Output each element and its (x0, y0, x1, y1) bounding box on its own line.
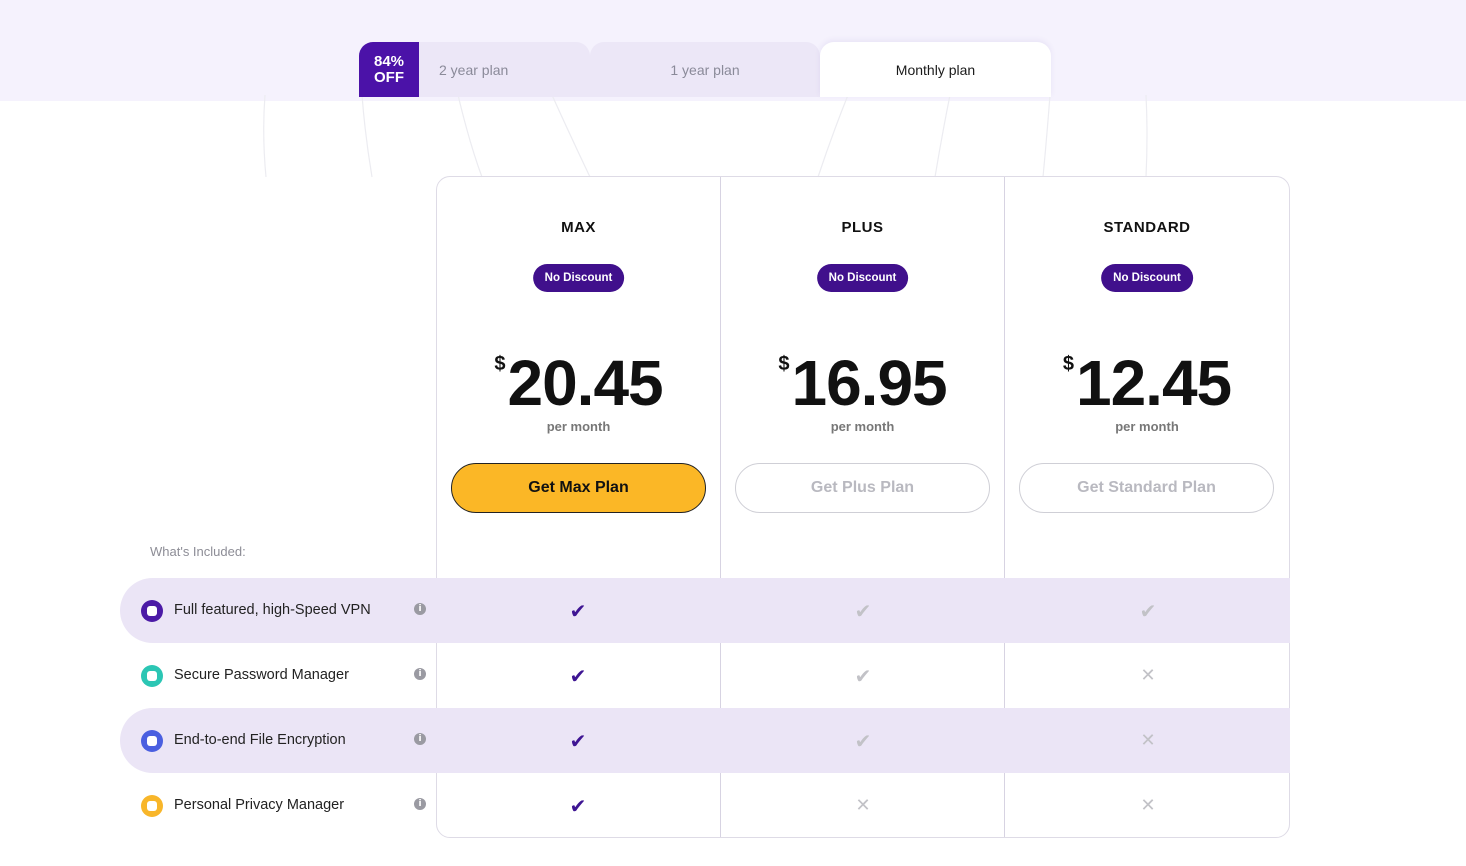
get-max-plan-button[interactable]: Get Max Plan (451, 463, 706, 513)
info-icon[interactable]: i (414, 668, 426, 680)
feature-label: End-to-end File Encryption (174, 732, 346, 748)
plan-name: PLUS (841, 219, 884, 236)
privacy-manager-icon (141, 795, 163, 817)
price-amount: 16.95 (791, 347, 947, 419)
tab-1-year-label: 1 year plan (670, 61, 740, 78)
price-period: per month (830, 419, 895, 434)
billing-period-tabs: 84% OFF 2 year plan 1 year plan Monthly … (359, 42, 1051, 97)
feature-label: Full featured, high-Speed VPN (174, 602, 371, 618)
tab-2-year-plan[interactable]: 84% OFF 2 year plan (359, 42, 590, 97)
plan-name: STANDARD (1103, 219, 1191, 236)
plan-price: $12.45 (1005, 347, 1289, 419)
feature-label: Personal Privacy Manager (174, 797, 345, 813)
price-period: per month (1115, 419, 1179, 434)
tab-monthly-plan[interactable]: Monthly plan (820, 42, 1051, 97)
cross-icon: ✕ (1140, 665, 1156, 686)
plan-price: $16.95 (721, 347, 1004, 419)
check-icon: ✔ (854, 729, 872, 753)
feature-row: Full featured, high-Speed VPN i ✔ ✔ ✔ (120, 578, 1290, 643)
currency-symbol: $ (778, 353, 790, 375)
icon-glyph (147, 671, 157, 681)
feature-row: End-to-end File Encryption i ✔ ✔ ✕ (120, 708, 1290, 773)
plan-discount-badge: No Discount (1101, 264, 1193, 292)
feature-row: Secure Password Manager i ✔ ✔ ✕ (120, 643, 1290, 708)
currency-symbol: $ (1062, 353, 1074, 375)
tab-monthly-label: Monthly plan (895, 61, 976, 78)
tab-2-year-label: 2 year plan (439, 61, 509, 78)
info-icon[interactable]: i (414, 798, 426, 810)
plan-price: $20.45 (437, 347, 720, 419)
feature-row: Personal Privacy Manager i ✔ ✕ ✕ (120, 773, 1290, 838)
check-icon: ✔ (1139, 599, 1157, 623)
check-icon: ✔ (569, 599, 587, 623)
tab-1-year-plan[interactable]: 1 year plan (590, 42, 820, 97)
vpn-shield-icon (141, 600, 163, 622)
cross-icon: ✕ (855, 795, 871, 816)
whats-included-heading: What's Included: (150, 544, 246, 559)
icon-glyph (147, 606, 157, 616)
get-plus-plan-button[interactable]: Get Plus Plan (735, 463, 990, 513)
discount-off-label: OFF (374, 68, 404, 86)
plan-discount-badge: No Discount (532, 264, 625, 292)
plan-name: MAX (561, 219, 596, 236)
discount-badge: 84% OFF (359, 42, 419, 97)
feature-label: Secure Password Manager (174, 667, 349, 683)
price-amount: 20.45 (507, 347, 663, 419)
check-icon: ✔ (569, 664, 587, 688)
icon-glyph (147, 801, 157, 811)
get-standard-plan-button[interactable]: Get Standard Plan (1019, 463, 1274, 513)
password-manager-icon (141, 665, 163, 687)
decorative-curves (263, 95, 1148, 178)
cross-icon: ✕ (1140, 730, 1156, 751)
check-icon: ✔ (569, 729, 587, 753)
discount-percent: 84% (373, 52, 405, 70)
file-encryption-icon (141, 730, 163, 752)
currency-symbol: $ (494, 353, 506, 375)
price-amount: 12.45 (1075, 347, 1232, 419)
plan-discount-badge: No Discount (816, 264, 909, 292)
icon-glyph (147, 736, 157, 746)
check-icon: ✔ (569, 794, 587, 818)
check-icon: ✔ (854, 664, 872, 688)
info-icon[interactable]: i (414, 603, 426, 615)
price-period: per month (546, 419, 611, 434)
cross-icon: ✕ (1140, 795, 1156, 816)
check-icon: ✔ (854, 599, 872, 623)
info-icon[interactable]: i (414, 733, 426, 745)
